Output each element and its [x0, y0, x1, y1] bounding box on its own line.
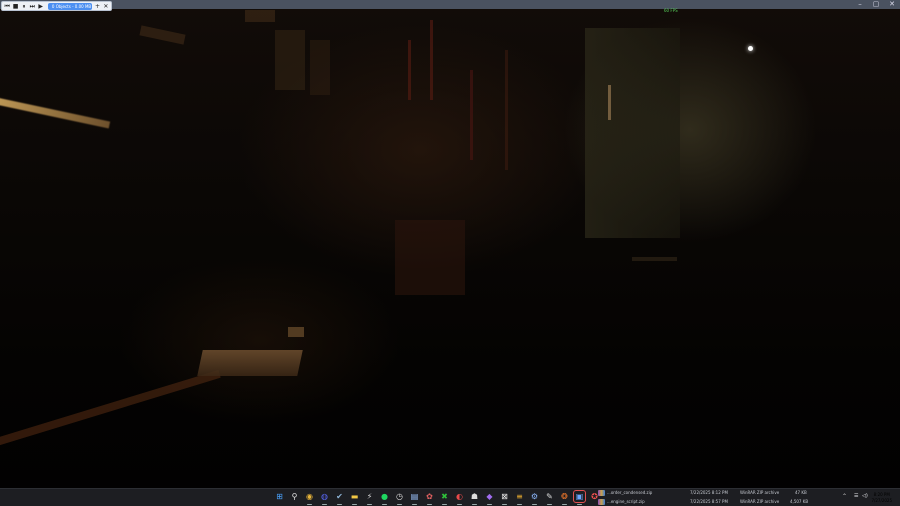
skip-forward-icon[interactable]: ⏭	[29, 3, 35, 10]
crosshair-dot	[748, 46, 753, 51]
discord-icon[interactable]: ◍	[319, 491, 330, 505]
file-size: 4,507 KB	[790, 499, 809, 504]
floor-plank	[0, 370, 221, 448]
settings-icon[interactable]: ⚙	[529, 491, 540, 505]
volume-icon[interactable]: ◁)	[862, 493, 868, 499]
fps-counter: 60 FPS	[664, 8, 678, 13]
bolt-icon[interactable]: ⚡	[364, 491, 375, 505]
clock-app-icon[interactable]: ◷	[394, 491, 405, 505]
bookshelf	[275, 30, 305, 90]
winrar-icon	[598, 490, 605, 496]
bot-icon[interactable]: ☗	[469, 491, 480, 505]
spotify-icon[interactable]: ●	[379, 491, 390, 505]
hanging-tool	[408, 40, 411, 100]
start-icon[interactable]: ⊞	[274, 491, 285, 502]
shelf	[245, 10, 275, 22]
crate	[197, 350, 303, 376]
file-type: WinRAR ZIP archive	[740, 490, 780, 495]
notepad-icon[interactable]: ▤	[409, 491, 420, 505]
bookshelf	[310, 40, 330, 95]
stop-icon[interactable]: ■	[12, 3, 19, 10]
shelf	[139, 25, 186, 45]
taskbar: ⊞ ⚲ ◉ ◍ ✔ ▬ ⚡ ● ◷ ▤ ✿ ✖ ◐ ☗ ◆ ⊠ ≡ ⚙ ✎ ❂ ▣ ✪ ...order_condense…	[0, 488, 900, 506]
play-icon[interactable]: ▶	[38, 3, 44, 10]
door	[585, 28, 680, 238]
lit-beam	[0, 97, 111, 129]
file-type: WinRAR ZIP archive	[740, 499, 780, 504]
skip-back-icon[interactable]: ⏮	[4, 3, 10, 10]
record-icon[interactable]: ◐	[454, 491, 465, 505]
file-date: 7/22/2025 8:57 PM	[690, 499, 728, 504]
search-icon[interactable]: ⚲	[289, 491, 300, 502]
gesture-icon[interactable]: ✎	[544, 491, 555, 505]
wifi-icon[interactable]: ☰	[854, 493, 858, 499]
palette-icon[interactable]: ✿	[424, 491, 435, 505]
minimize-button[interactable]: –	[852, 0, 868, 8]
blender-icon[interactable]: ❂	[559, 491, 570, 505]
game-launcher-icon[interactable]: ◆	[484, 491, 495, 505]
taskbar-icons: ⊞ ⚲ ◉ ◍ ✔ ▬ ⚡ ● ◷ ▤ ✿ ✖ ◐ ☗ ◆ ⊠ ≡ ⚙ ✎ ❂ ▣ ✪	[274, 490, 600, 505]
file-explorer-icon[interactable]: ▬	[349, 491, 360, 505]
clock[interactable]: 8:20 PM 7/27/2025	[871, 492, 892, 504]
file-row[interactable]: ...engine_script.zip 7/22/2025 8:57 PM W…	[598, 498, 818, 506]
file-row[interactable]: ...order_condensed.zip 7/22/2025 8:12 PM…	[598, 489, 818, 497]
clock-date: 7/27/2025	[871, 498, 892, 503]
cabinet	[395, 220, 465, 295]
burger-icon[interactable]: ≡	[514, 491, 525, 505]
maximize-button[interactable]: ▢	[868, 0, 884, 8]
hanging-tool	[505, 50, 508, 170]
capcut-icon[interactable]: ⊠	[499, 491, 510, 505]
file-name: ...engine_script.zip	[607, 499, 645, 504]
close-icon[interactable]: ✕	[103, 3, 109, 10]
title-strip	[0, 0, 900, 9]
file-date: 7/22/2025 8:12 PM	[690, 490, 728, 495]
ledge	[632, 257, 677, 261]
winrar-icon	[598, 499, 605, 505]
hanging-tool	[430, 20, 433, 100]
xbox-icon[interactable]: ✖	[439, 491, 450, 505]
add-icon[interactable]: +	[94, 3, 100, 10]
crate-small	[288, 327, 304, 337]
hanging-tool	[470, 70, 473, 160]
screen-recorder-icon[interactable]: ▣	[573, 490, 586, 505]
file-name: ...order_condensed.zip	[607, 490, 653, 495]
game-viewport[interactable]: – ▢ ✕ 60 FPS	[0, 0, 900, 488]
file-list: ...order_condensed.zip 7/22/2025 8:12 PM…	[598, 489, 818, 506]
door-handle	[608, 85, 611, 120]
steam-icon[interactable]: ✔	[334, 491, 345, 505]
chrome-icon[interactable]: ◉	[304, 491, 315, 505]
recorder-toolbar: ⏮ ■ ⏸ ⏭ ▶ 0 Objects - 0.00 MB + ✕	[1, 1, 112, 11]
recorder-status: 0 Objects - 0.00 MB	[47, 2, 93, 10]
file-size: 47 KB	[795, 490, 807, 495]
pause-icon[interactable]: ⏸	[21, 3, 27, 10]
close-window-button[interactable]: ✕	[884, 0, 900, 8]
chevron-up-icon[interactable]: ⌃	[842, 493, 847, 500]
